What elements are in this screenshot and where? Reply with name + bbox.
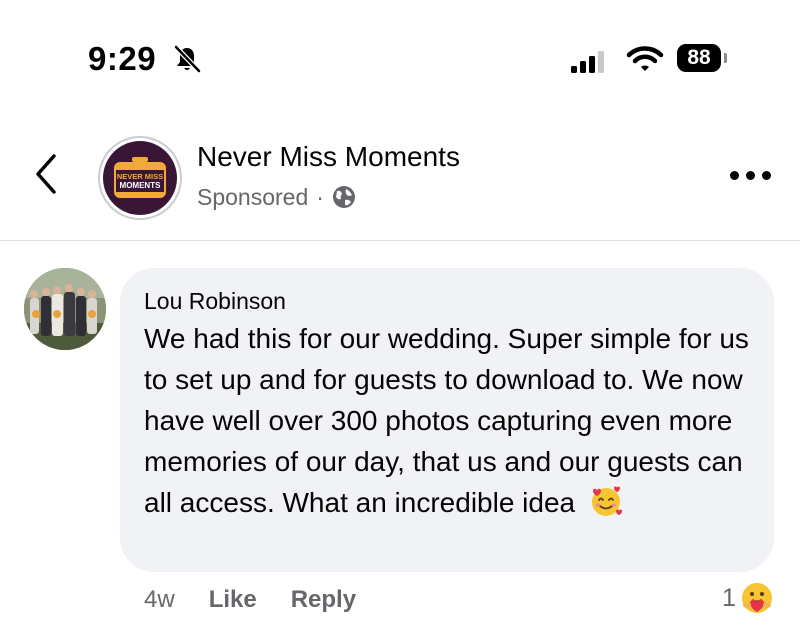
wedding-photo-avatar xyxy=(24,268,106,350)
battery-icon: 88 xyxy=(677,44,727,72)
battery-level: 88 xyxy=(677,44,721,72)
camera-logo-icon: NEVER MISS MOMENTS xyxy=(114,157,166,198)
comment-actions: 4w Like Reply xyxy=(144,585,356,615)
separator-dot: · xyxy=(316,183,324,210)
globe-icon xyxy=(332,186,355,208)
page-name[interactable]: Never Miss Moments xyxy=(197,141,460,173)
care-reaction-icon xyxy=(741,583,772,613)
reaction-count: 1 xyxy=(722,583,736,612)
more-dot xyxy=(746,170,755,180)
like-button[interactable]: Like xyxy=(209,586,257,614)
status-bar: 9:29 88 xyxy=(0,0,800,120)
smiling-face-with-hearts-icon xyxy=(591,486,622,516)
page-logo: NEVER MISS MOMENTS xyxy=(103,141,177,215)
comment-author[interactable]: Lou Robinson xyxy=(144,288,286,315)
logo-text-top: NEVER MISS xyxy=(117,172,163,181)
sponsored-label: Sponsored xyxy=(197,183,309,210)
status-time: 9:29 xyxy=(88,40,157,77)
comment-text-block: We had this for our wedding. Super simpl… xyxy=(144,318,764,523)
sponsored-row: Sponsored · xyxy=(197,182,356,212)
comment-text: We had this for our wedding. Super simpl… xyxy=(144,323,749,518)
back-button[interactable] xyxy=(30,152,64,196)
cellular-signal-icon xyxy=(571,51,604,73)
header-divider xyxy=(0,240,800,241)
reaction-summary[interactable]: 1 xyxy=(722,578,774,618)
more-options-button[interactable] xyxy=(730,165,774,185)
battery-cap xyxy=(724,53,727,63)
comment-bubble[interactable]: Lou Robinson We had this for our wedding… xyxy=(120,268,774,572)
logo-text-bottom: MOMENTS xyxy=(120,181,162,190)
comment-time-ago: 4w xyxy=(144,586,175,613)
bell-muted-icon xyxy=(174,45,201,73)
commenter-avatar[interactable] xyxy=(24,268,106,350)
more-dot xyxy=(730,170,739,180)
wifi-icon xyxy=(626,46,664,71)
page-avatar[interactable]: NEVER MISS MOMENTS xyxy=(98,136,182,220)
reply-button[interactable]: Reply xyxy=(291,586,356,614)
more-dot xyxy=(762,170,771,180)
